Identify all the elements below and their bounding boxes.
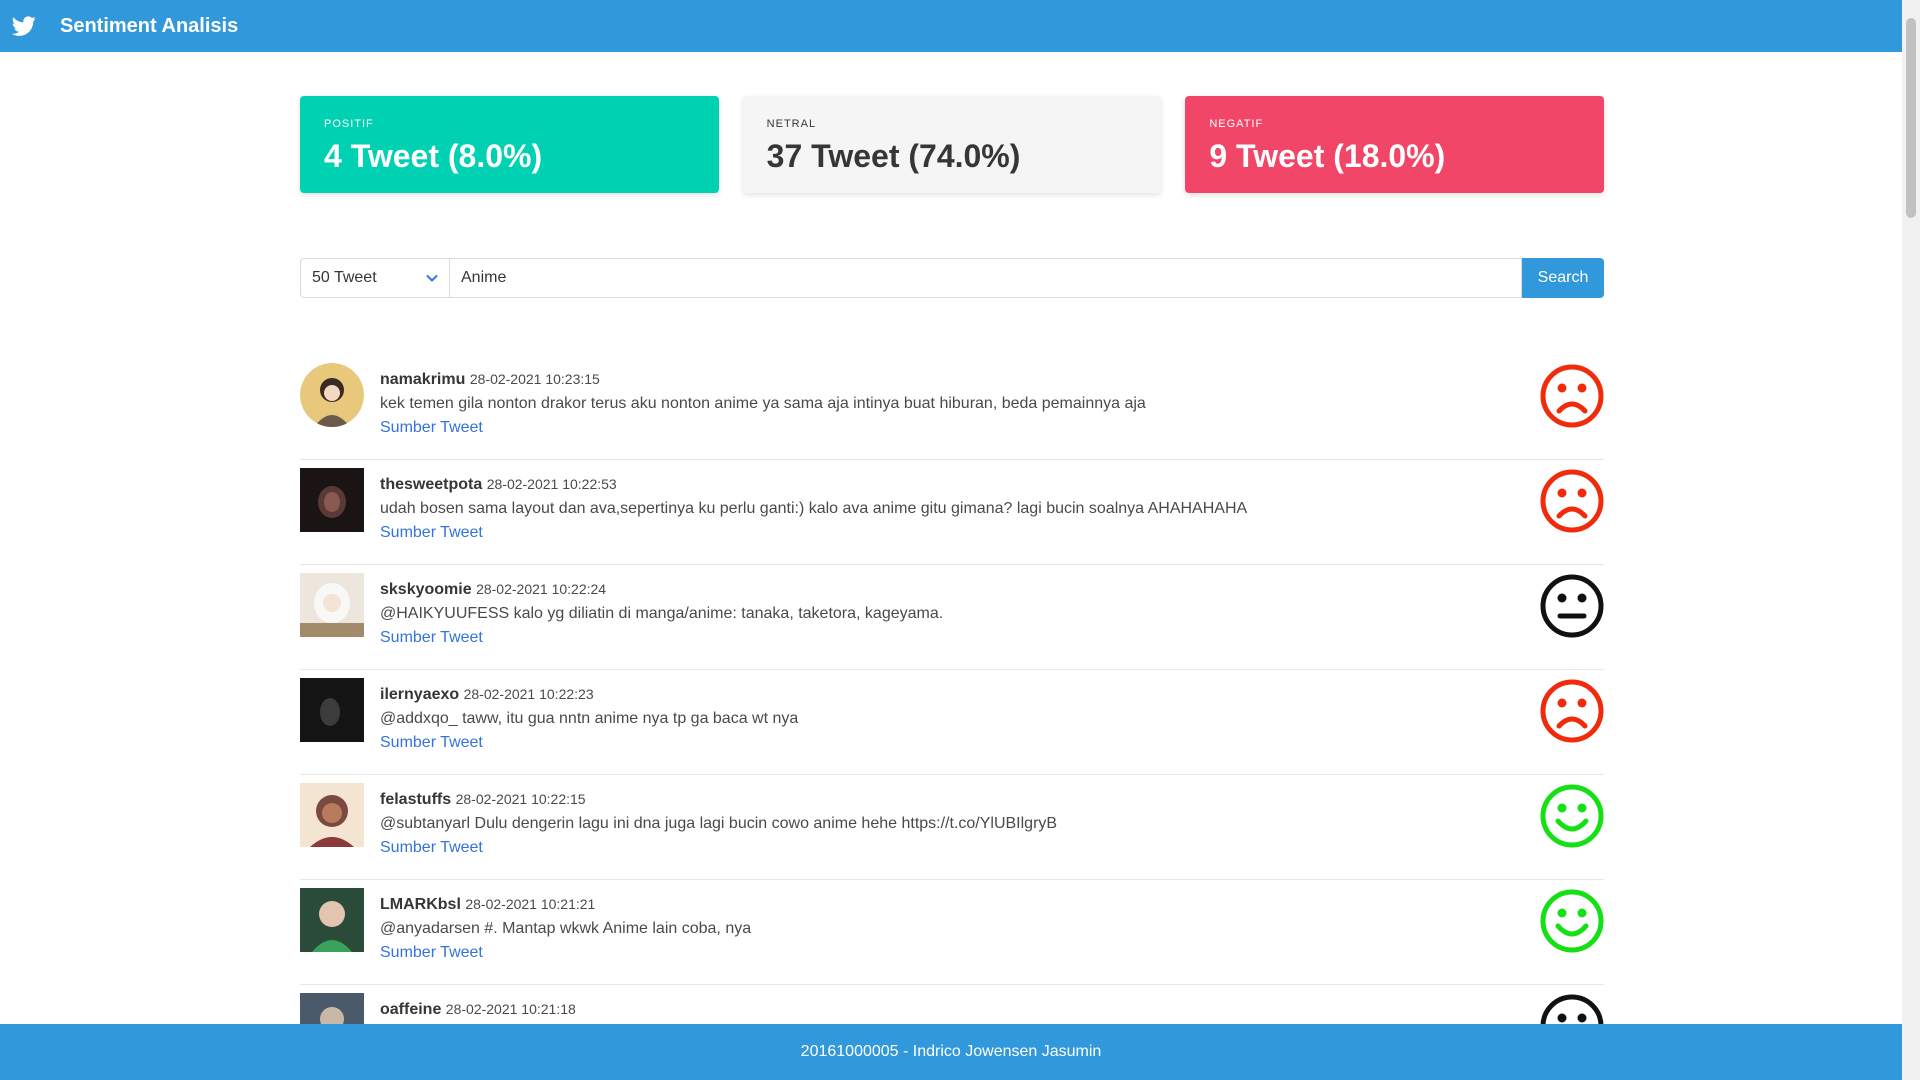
tweet-header: felastuffs 28-02-2021 10:22:15 <box>380 787 1480 812</box>
page-footer: 20161000005 - Indrico Jowensen Jasumin <box>0 1024 1902 1080</box>
chevron-down-icon <box>426 274 438 282</box>
tweet-text: udah bosen sama layout dan ava,sepertiny… <box>380 500 1248 517</box>
tweet-item: skskyoomie 28-02-2021 10:22:24 @HAIKYUUF… <box>300 565 1604 670</box>
happy-face-icon <box>1540 889 1604 953</box>
tweet-text: @subtanyarl Dulu dengerin lagu ini dna j… <box>380 815 1058 832</box>
source-tweet-link[interactable]: Sumber Tweet <box>380 734 483 751</box>
source-tweet-link[interactable]: Sumber Tweet <box>380 524 483 541</box>
tweet-content: oaffeine 28-02-2021 10:21:18 <box>380 997 1480 1022</box>
avatar[interactable] <box>300 573 364 637</box>
tweet-list: namakrimu 28-02-2021 10:23:15 kek temen … <box>300 355 1604 1080</box>
source-tweet-link[interactable]: Sumber Tweet <box>380 839 483 856</box>
tweet-text: @addxqo_ taww, itu gua nntn anime nya tp… <box>380 710 799 727</box>
tweet-username[interactable]: oaffeine <box>380 1001 441 1018</box>
tweet-header: thesweetpota 28-02-2021 10:22:53 <box>380 472 1480 497</box>
avatar[interactable] <box>300 888 364 952</box>
tweet-count-value: 50 Tweet <box>312 269 377 286</box>
tweet-timestamp: 28-02-2021 10:21:18 <box>445 1001 576 1017</box>
avatar[interactable] <box>300 468 364 532</box>
tweet-content: thesweetpota 28-02-2021 10:22:53 udah bo… <box>380 472 1480 545</box>
tweet-content: skskyoomie 28-02-2021 10:22:24 @HAIKYUUF… <box>380 577 1480 650</box>
top-navbar: Sentiment Analisis <box>0 0 1902 52</box>
tweet-content: felastuffs 28-02-2021 10:22:15 @subtanya… <box>380 787 1480 860</box>
footer-text: 20161000005 - Indrico Jowensen Jasumin <box>800 1043 1102 1060</box>
tweet-timestamp: 28-02-2021 10:22:24 <box>476 581 607 597</box>
source-tweet-link[interactable]: Sumber Tweet <box>380 419 483 436</box>
positive-stat-heading: POSITIF <box>324 118 374 130</box>
negative-stat-heading: NEGATIF <box>1209 118 1264 130</box>
search-button[interactable]: Search <box>1522 258 1604 298</box>
main-content: POSITIF 4 Tweet (8.0%) NETRAL 37 Tweet (… <box>300 96 1605 1058</box>
tweet-count-select[interactable]: 50 Tweet <box>300 258 449 298</box>
negative-stat-card: NEGATIF 9 Tweet (18.0%) <box>1185 96 1605 193</box>
tweet-username[interactable]: thesweetpota <box>380 476 482 493</box>
avatar[interactable] <box>300 678 364 742</box>
sad-face-icon <box>1540 364 1604 428</box>
tweet-header: ilernyaexo 28-02-2021 10:22:23 <box>380 682 1480 707</box>
tweet-username[interactable]: LMARKbsl <box>380 896 461 913</box>
search-bar: 50 Tweet Search <box>300 258 1604 298</box>
scrollbar-thumb[interactable] <box>1906 18 1916 218</box>
tweet-timestamp: 28-02-2021 10:22:23 <box>463 686 594 702</box>
tweet-content: ilernyaexo 28-02-2021 10:22:23 @addxqo_ … <box>380 682 1480 755</box>
tweet-text: kek temen gila nonton drakor terus aku n… <box>380 395 1146 412</box>
tweet-header: LMARKbsl 28-02-2021 10:21:21 <box>380 892 1480 917</box>
neutral-face-icon <box>1540 574 1604 638</box>
sad-face-icon <box>1540 469 1604 533</box>
neutral-stat-heading: NETRAL <box>766 118 817 130</box>
negative-stat-value: 9 Tweet (18.0%) <box>1209 138 1446 174</box>
tweet-timestamp: 28-02-2021 10:21:21 <box>465 896 596 912</box>
tweet-username[interactable]: ilernyaexo <box>380 686 459 703</box>
twitter-bird-icon[interactable] <box>12 14 36 38</box>
tweet-username[interactable]: skskyoomie <box>380 581 472 598</box>
tweet-timestamp: 28-02-2021 10:22:53 <box>486 476 617 492</box>
tweet-item: thesweetpota 28-02-2021 10:22:53 udah bo… <box>300 460 1604 565</box>
sentiment-stats: POSITIF 4 Tweet (8.0%) NETRAL 37 Tweet (… <box>300 96 1605 193</box>
neutral-stat-card: NETRAL 37 Tweet (74.0%) <box>742 96 1162 193</box>
avatar[interactable] <box>300 363 364 427</box>
source-tweet-link[interactable]: Sumber Tweet <box>380 629 483 646</box>
tweet-content: LMARKbsl 28-02-2021 10:21:21 @anyadarsen… <box>380 892 1480 965</box>
tweet-timestamp: 28-02-2021 10:22:15 <box>455 791 586 807</box>
app-title[interactable]: Sentiment Analisis <box>60 15 238 38</box>
tweet-username[interactable]: felastuffs <box>380 791 451 808</box>
tweet-header: oaffeine 28-02-2021 10:21:18 <box>380 997 1480 1022</box>
tweet-header: skskyoomie 28-02-2021 10:22:24 <box>380 577 1480 602</box>
tweet-item: ilernyaexo 28-02-2021 10:22:23 @addxqo_ … <box>300 670 1604 775</box>
tweet-content: namakrimu 28-02-2021 10:23:15 kek temen … <box>380 367 1480 440</box>
tweet-text: @anyadarsen #. Mantap wkwk Anime lain co… <box>380 920 752 937</box>
tweet-item: felastuffs 28-02-2021 10:22:15 @subtanya… <box>300 775 1604 880</box>
search-input[interactable] <box>449 258 1522 298</box>
tweet-timestamp: 28-02-2021 10:23:15 <box>469 371 600 387</box>
sad-face-icon <box>1540 679 1604 743</box>
positive-stat-value: 4 Tweet (8.0%) <box>324 138 543 174</box>
tweet-item: namakrimu 28-02-2021 10:23:15 kek temen … <box>300 355 1604 460</box>
tweet-username[interactable]: namakrimu <box>380 371 465 388</box>
source-tweet-link[interactable]: Sumber Tweet <box>380 944 483 961</box>
page-scrollbar[interactable] <box>1902 0 1920 1080</box>
avatar[interactable] <box>300 783 364 847</box>
tweet-item: LMARKbsl 28-02-2021 10:21:21 @anyadarsen… <box>300 880 1604 985</box>
tweet-text: @HAIKYUUFESS kalo yg diliatin di manga/a… <box>380 605 944 622</box>
positive-stat-card: POSITIF 4 Tweet (8.0%) <box>300 96 719 193</box>
happy-face-icon <box>1540 784 1604 848</box>
tweet-header: namakrimu 28-02-2021 10:23:15 <box>380 367 1480 392</box>
neutral-stat-value: 37 Tweet (74.0%) <box>766 138 1021 174</box>
